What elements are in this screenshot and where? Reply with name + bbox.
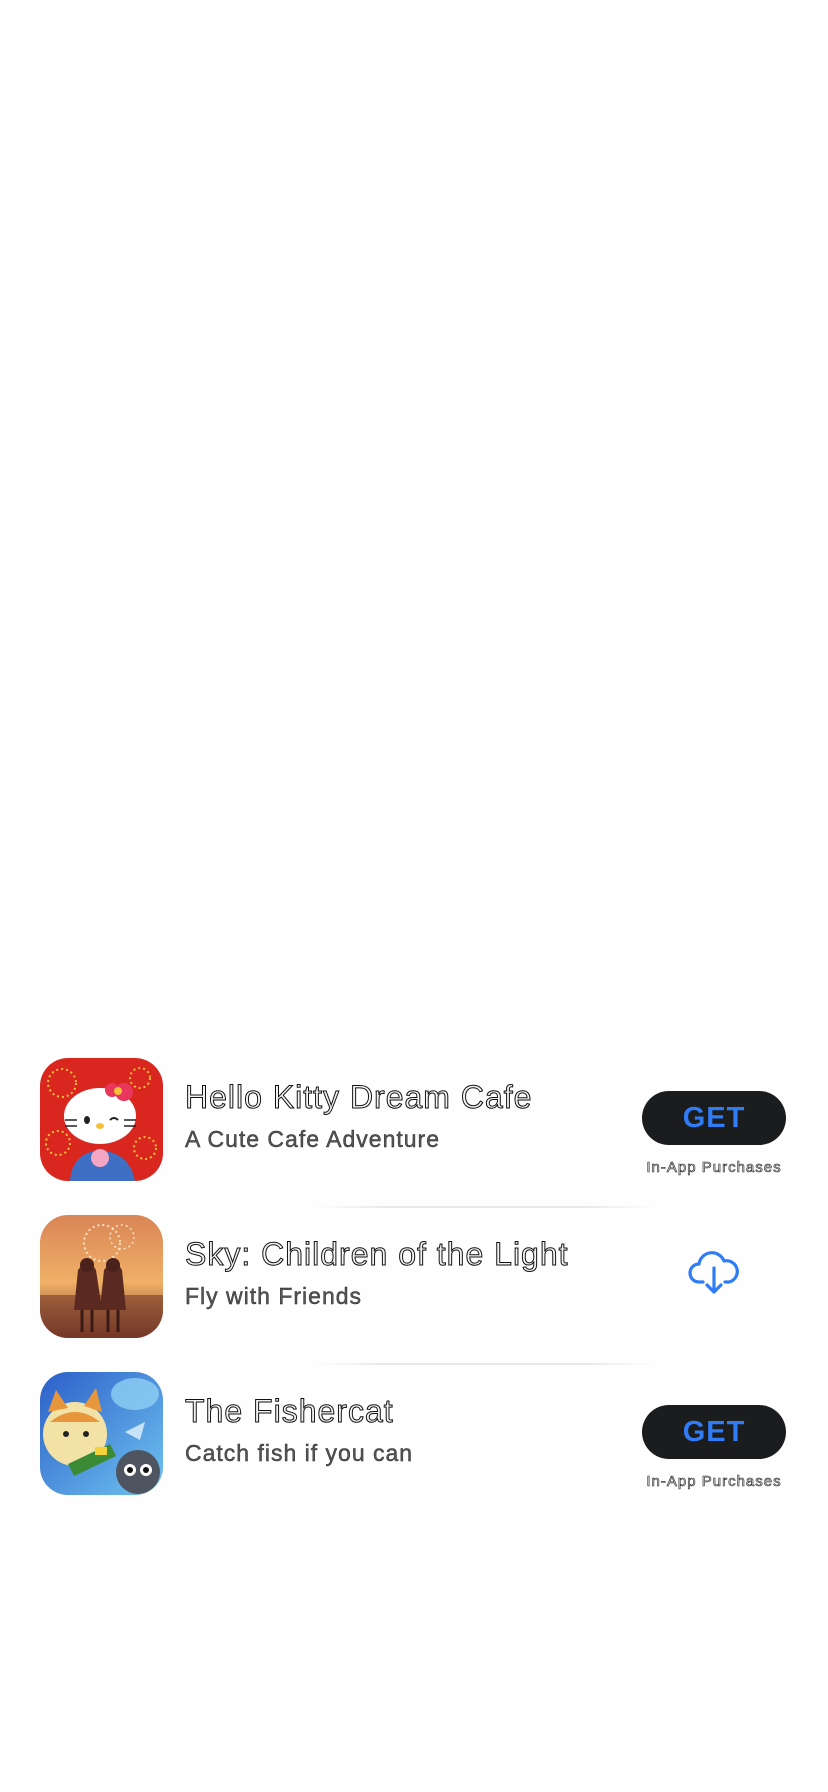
app-title[interactable]: Hello Kitty Dream Cafe bbox=[184, 1079, 532, 1116]
app-title[interactable]: Sky: Children of the Light bbox=[185, 1236, 569, 1273]
app-list: Hello Kitty Dream Cafe A Cute Cafe Adven… bbox=[0, 1051, 828, 1522]
in-app-purchases-label: In-App Purchases bbox=[646, 1159, 782, 1177]
app-subtitle: Fly with Friends bbox=[185, 1283, 363, 1309]
cloud-download-icon[interactable] bbox=[686, 1244, 742, 1300]
in-app-purchases-label: In-App Purchases bbox=[646, 1473, 782, 1491]
app-title[interactable]: The Fishercat bbox=[185, 1393, 394, 1430]
app-subtitle: A Cute Cafe Adventure bbox=[185, 1126, 440, 1152]
list-item[interactable]: Sky: Children of the Light Fly with Frie… bbox=[0, 1208, 828, 1365]
hello-kitty-app-icon[interactable] bbox=[40, 1058, 163, 1181]
get-button[interactable]: GET bbox=[642, 1091, 786, 1145]
fishercat-app-icon[interactable] bbox=[40, 1372, 163, 1495]
list-item[interactable]: The Fishercat Catch fish if you can GET … bbox=[0, 1365, 828, 1522]
get-button[interactable]: GET bbox=[642, 1405, 786, 1459]
list-item[interactable]: Hello Kitty Dream Cafe A Cute Cafe Adven… bbox=[0, 1051, 828, 1208]
app-subtitle: Catch fish if you can bbox=[185, 1440, 414, 1466]
sky-app-icon[interactable] bbox=[40, 1215, 163, 1338]
